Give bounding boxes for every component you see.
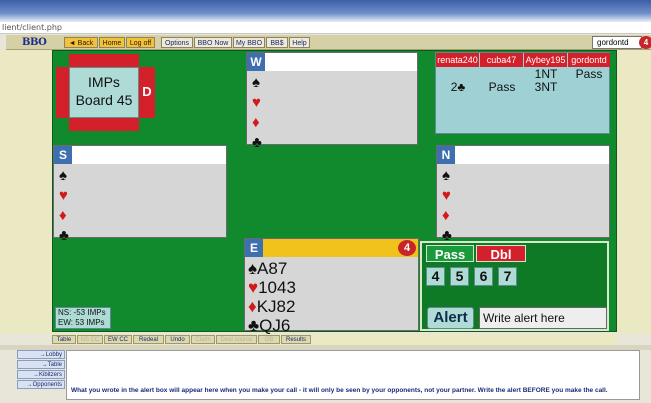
chat-tab-table[interactable]: →Table <box>17 360 65 369</box>
alert-text-field[interactable]: Write alert here <box>479 307 607 329</box>
tab-undo[interactable]: Undo <box>165 335 190 344</box>
help-button[interactable]: Help <box>289 37 310 48</box>
tab-ns-cc[interactable]: NS CC <box>77 335 103 344</box>
diamond-icon: ♦ <box>59 207 67 224</box>
spade-icon: ♠ <box>248 259 258 278</box>
west-name-bar <box>247 53 417 71</box>
level-7-button[interactable]: 7 <box>498 267 517 286</box>
chat-window[interactable]: What you wrote in the alert box will app… <box>66 350 640 400</box>
double-button[interactable]: Dbl <box>476 245 526 262</box>
browser-title-bar <box>0 0 651 22</box>
north-name-bar <box>437 146 609 164</box>
east-hearts[interactable]: 1043 <box>258 278 296 297</box>
bbo-now-button[interactable]: BBO Now <box>194 37 232 48</box>
tab-ew-cc[interactable]: EW CC <box>104 335 132 344</box>
tab-ob[interactable]: OB <box>258 335 280 344</box>
seat-west: W <box>247 53 265 71</box>
address-bar[interactable]: lient/client.php <box>0 22 651 34</box>
username-field[interactable]: gordontd <box>592 36 642 49</box>
info-frame-bottom <box>69 118 139 131</box>
heart-icon: ♥ <box>59 187 68 204</box>
heart-icon: ♥ <box>442 187 451 204</box>
options-button[interactable]: Options <box>161 37 193 48</box>
scoring-type: IMPs <box>88 74 120 90</box>
east-clubs[interactable]: QJ6 <box>259 316 290 335</box>
east-diamonds[interactable]: KJ82 <box>257 297 296 316</box>
ns-score: NS: -53 IMPs <box>58 308 106 317</box>
bid-call: 3NT <box>534 80 558 94</box>
north-hand: N ♠ ♥ ♦ ♣ <box>436 145 610 244</box>
log-off-button[interactable]: Log off <box>126 37 155 48</box>
diamond-icon: ♦ <box>248 297 257 316</box>
pass-button[interactable]: Pass <box>426 245 474 262</box>
notification-badge[interactable]: 4 <box>639 36 651 49</box>
bid-header-player: gordontd <box>568 53 610 67</box>
club-icon: ♣ <box>59 227 69 244</box>
home-button[interactable]: Home <box>99 37 125 48</box>
tab-table[interactable]: Table <box>52 335 76 344</box>
left-margin <box>0 50 52 334</box>
chat-tab-opponents[interactable]: →Opponents <box>17 380 65 389</box>
east-notification-badge[interactable]: 4 <box>398 240 416 256</box>
info-frame-left <box>56 67 69 118</box>
bid-call: 2♣ <box>450 80 466 94</box>
heart-icon: ♥ <box>248 278 259 297</box>
east-hand: E ♠A87 ♥1043 ♦KJ82 ♣QJ6 <box>244 238 419 335</box>
bid-call: Pass <box>575 67 603 81</box>
alert-button[interactable]: Alert <box>427 307 474 329</box>
spade-icon: ♠ <box>59 167 67 184</box>
bbo-toolbar: BBO ◄ Back Home Log off Options BBO Now … <box>6 35 651 50</box>
tab-claim[interactable]: Claim <box>191 335 215 344</box>
tab-redeal[interactable]: Redeal <box>133 335 164 344</box>
url-text: lient/client.php <box>2 23 63 32</box>
south-hand: S ♠ ♥ ♦ ♣ <box>53 145 227 244</box>
chat-message: What you wrote in the alert box will app… <box>71 387 608 394</box>
bid-call: Pass <box>488 80 516 94</box>
bbo-logo: BBO <box>22 37 47 48</box>
south-name-bar <box>54 146 226 164</box>
score-box: NS: -53 IMPs EW: 53 IMPs <box>55 307 111 329</box>
ew-score: EW: 53 IMPs <box>58 318 105 327</box>
board-number: Board 45 <box>75 92 133 108</box>
west-hand: W ♠ ♥ ♦ ♣ <box>246 52 418 151</box>
spade-icon: ♠ <box>442 167 450 184</box>
tab-deal-source[interactable]: Deal source <box>216 335 257 344</box>
east-spades[interactable]: A87 <box>257 259 287 278</box>
east-name-bar <box>245 239 418 257</box>
seat-east: E <box>245 239 263 257</box>
bb-dollars-button[interactable]: BB$ <box>266 37 288 48</box>
chat-recipient-tabs: →Lobby →Table →Kibitzers →Opponents <box>17 350 65 400</box>
bid-header-player: renata240 <box>436 53 480 67</box>
level-5-button[interactable]: 5 <box>450 267 469 286</box>
bid-header-player: cuba47 <box>480 53 524 67</box>
bidding-box: Pass Dbl 4 5 6 7 Alert Write alert here <box>420 241 609 331</box>
heart-icon: ♥ <box>252 94 261 111</box>
level-6-button[interactable]: 6 <box>474 267 493 286</box>
dealer-indicator: D <box>142 84 152 99</box>
bbo-client-window: lient/client.php BBO ◄ Back Home Log off… <box>0 0 651 403</box>
table-tab-bar: Table NS CC EW CC Redeal Undo Claim Deal… <box>52 334 617 345</box>
club-icon: ♣ <box>252 134 262 151</box>
tab-results[interactable]: Results <box>281 335 311 344</box>
right-margin <box>617 50 651 334</box>
info-frame-top <box>69 54 139 67</box>
bid-header-player: Aybey195 <box>524 53 568 67</box>
seat-south: S <box>54 146 72 164</box>
back-button[interactable]: ◄ Back <box>64 37 98 48</box>
spade-icon: ♠ <box>252 74 260 91</box>
diamond-icon: ♦ <box>442 207 450 224</box>
level-4-button[interactable]: 4 <box>426 267 445 286</box>
chat-tab-lobby[interactable]: →Lobby <box>17 350 65 359</box>
chat-tab-kibitzers[interactable]: →Kibitzers <box>17 370 65 379</box>
seat-north: N <box>437 146 455 164</box>
diamond-icon: ♦ <box>252 114 260 131</box>
bidding-history: renata240 cuba47 Aybey195 gordontd 1NT P… <box>435 52 610 134</box>
board-info: IMPs Board 45 <box>69 67 139 118</box>
my-bbo-button[interactable]: My BBO <box>233 37 265 48</box>
club-icon: ♣ <box>248 316 260 335</box>
